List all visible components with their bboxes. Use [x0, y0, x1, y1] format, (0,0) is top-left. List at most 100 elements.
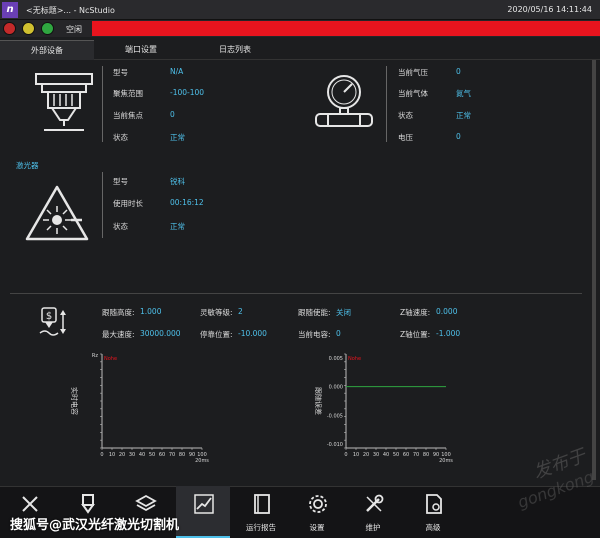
head-focus-range-label: 聚焦范围	[113, 89, 143, 98]
follow-height-value: 1.000	[140, 307, 162, 316]
head-focus-range-value: -100-100	[170, 88, 205, 97]
x-tick-label: 10	[353, 452, 359, 458]
app-logo: n	[2, 2, 18, 18]
torch-icon	[22, 496, 38, 512]
gas-type-value: 氮气	[456, 89, 471, 98]
gas-pressure-label: 当前气压	[398, 68, 428, 77]
document-star-icon	[426, 494, 442, 514]
gas-status-label: 状态	[398, 111, 413, 120]
capacitance-chart: 实时电容Rz Nohe0 10 20 30 40 50 60 70 80 90 10020ms	[70, 353, 209, 464]
gas-voltage-value: 0	[456, 132, 461, 141]
y-axis-title: 实时电容	[70, 387, 79, 415]
y-tick-label: 0.000	[329, 385, 343, 391]
divider	[102, 66, 103, 142]
tab-external-devices[interactable]: 外部设备	[0, 40, 94, 60]
cutting-head-icon	[35, 73, 93, 131]
yellow-light-icon	[22, 22, 35, 35]
divider	[102, 172, 103, 238]
green-light-icon	[41, 22, 54, 35]
y-tick-label: -0.010	[327, 442, 343, 448]
nav-run-report-label: 运行报告	[246, 523, 276, 532]
y-tick-label: 0.005	[329, 356, 343, 362]
x-tick-label: 60	[403, 452, 409, 458]
x-tick-label: 30	[373, 452, 379, 458]
z-speed-label: Z轴速度:	[400, 308, 431, 317]
follow-enable-value: 关闭	[336, 308, 351, 317]
nav-monitor-button[interactable]	[176, 486, 230, 538]
follow-height-label: 跟随高度:	[102, 308, 135, 317]
tab-strip: 外部设备 端口设置 日志列表	[0, 40, 600, 60]
nav-maintenance-button[interactable]: 维护	[346, 486, 400, 538]
x-tick-label: 50	[149, 452, 155, 458]
wrench-icon	[366, 494, 384, 512]
max-speed-label: 最大速度:	[102, 330, 135, 339]
x-tick-label: 30	[129, 452, 135, 458]
park-position-label: 停靠位置:	[200, 330, 233, 339]
sensitivity-value: 2	[238, 307, 243, 316]
x-tick-label: 20	[119, 452, 125, 458]
book-icon	[254, 494, 270, 514]
gas-voltage-label: 电压	[398, 133, 413, 142]
x-tick-label: 0	[344, 452, 347, 458]
x-tick-label: 40	[139, 452, 145, 458]
head-status-label: 状态	[113, 133, 128, 142]
x-tick-label: 80	[423, 452, 429, 458]
follow-enable-label: 跟随使能:	[298, 308, 331, 317]
y-axis-title: 跟随误差	[314, 387, 323, 415]
chart-icon	[194, 494, 214, 514]
x-tick-label: 70	[169, 452, 175, 458]
y-tick-label: -0.005	[327, 413, 343, 419]
z-position-label: Z轴位置:	[400, 330, 431, 339]
gas-pressure-value: 0	[456, 67, 461, 76]
park-position-value: -10.000	[238, 329, 267, 338]
section-divider	[10, 293, 582, 294]
nozzle-icon	[81, 494, 95, 514]
divider	[386, 66, 387, 142]
capacitance-value: 0	[336, 329, 341, 338]
red-light-icon	[3, 22, 16, 35]
svg-text:$: $	[46, 311, 52, 322]
laser-status-label: 状态	[113, 222, 128, 231]
y-top-label: Rz	[92, 353, 98, 359]
nav-maintenance-label: 维护	[365, 523, 381, 532]
datetime: 2020/05/16 14:11:44	[507, 5, 592, 14]
pressure-gauge-icon	[315, 75, 373, 127]
laser-model-label: 型号	[113, 177, 128, 186]
gas-type-label: 当前气体	[398, 89, 428, 98]
layers-icon	[135, 494, 157, 512]
scrollbar[interactable]	[592, 60, 596, 480]
x-tick-label: 60	[159, 452, 165, 458]
nav-settings-button[interactable]: 设置	[290, 486, 344, 538]
laser-section-title: 激光器	[16, 161, 39, 170]
head-model-value: N/A	[170, 67, 184, 76]
capacitance-label: 当前电容:	[298, 330, 331, 339]
laser-warning-icon	[25, 185, 89, 241]
head-current-focus-label: 当前焦点	[113, 111, 143, 120]
laser-status-value: 正常	[170, 222, 185, 231]
machine-state: 空闲	[66, 25, 82, 34]
laser-model-value: 锐科	[170, 177, 185, 186]
laser-usage-time-label: 使用时长	[113, 199, 143, 208]
x-tick-label: 50	[393, 452, 399, 458]
x-unit-label: 20ms	[439, 458, 453, 464]
tab-port-settings[interactable]: 端口设置	[94, 40, 188, 60]
nav-advanced-button[interactable]: 高级	[406, 486, 460, 538]
head-status-value: 正常	[170, 133, 185, 142]
x-tick-label: 70	[413, 452, 419, 458]
x-tick-label: 10	[109, 452, 115, 458]
nav-run-report-button[interactable]: 运行报告	[234, 486, 288, 538]
x-tick-label: 20	[363, 452, 369, 458]
nav-settings-label: 设置	[309, 523, 325, 532]
gear-icon	[309, 495, 327, 513]
follow-error-chart: 跟随误差Nohe0 10 20 30 40 50 60 70 80 90 10020ms0.0050…	[314, 353, 453, 464]
z-position-value: -1.000	[436, 329, 461, 338]
tab-log-list[interactable]: 日志列表	[188, 40, 282, 60]
laser-usage-time-value: 00:16:12	[170, 198, 204, 207]
window-title: <无标题>... - NcStudio	[26, 6, 115, 15]
head-model-label: 型号	[113, 68, 128, 77]
z-speed-value: 0.000	[436, 307, 458, 316]
watermark-caption: 搜狐号@武汉光纤激光切割机	[10, 518, 180, 533]
x-tick-label: 80	[179, 452, 185, 458]
x-unit-label: 20ms	[195, 458, 209, 464]
height-follow-icon: $	[39, 307, 66, 336]
